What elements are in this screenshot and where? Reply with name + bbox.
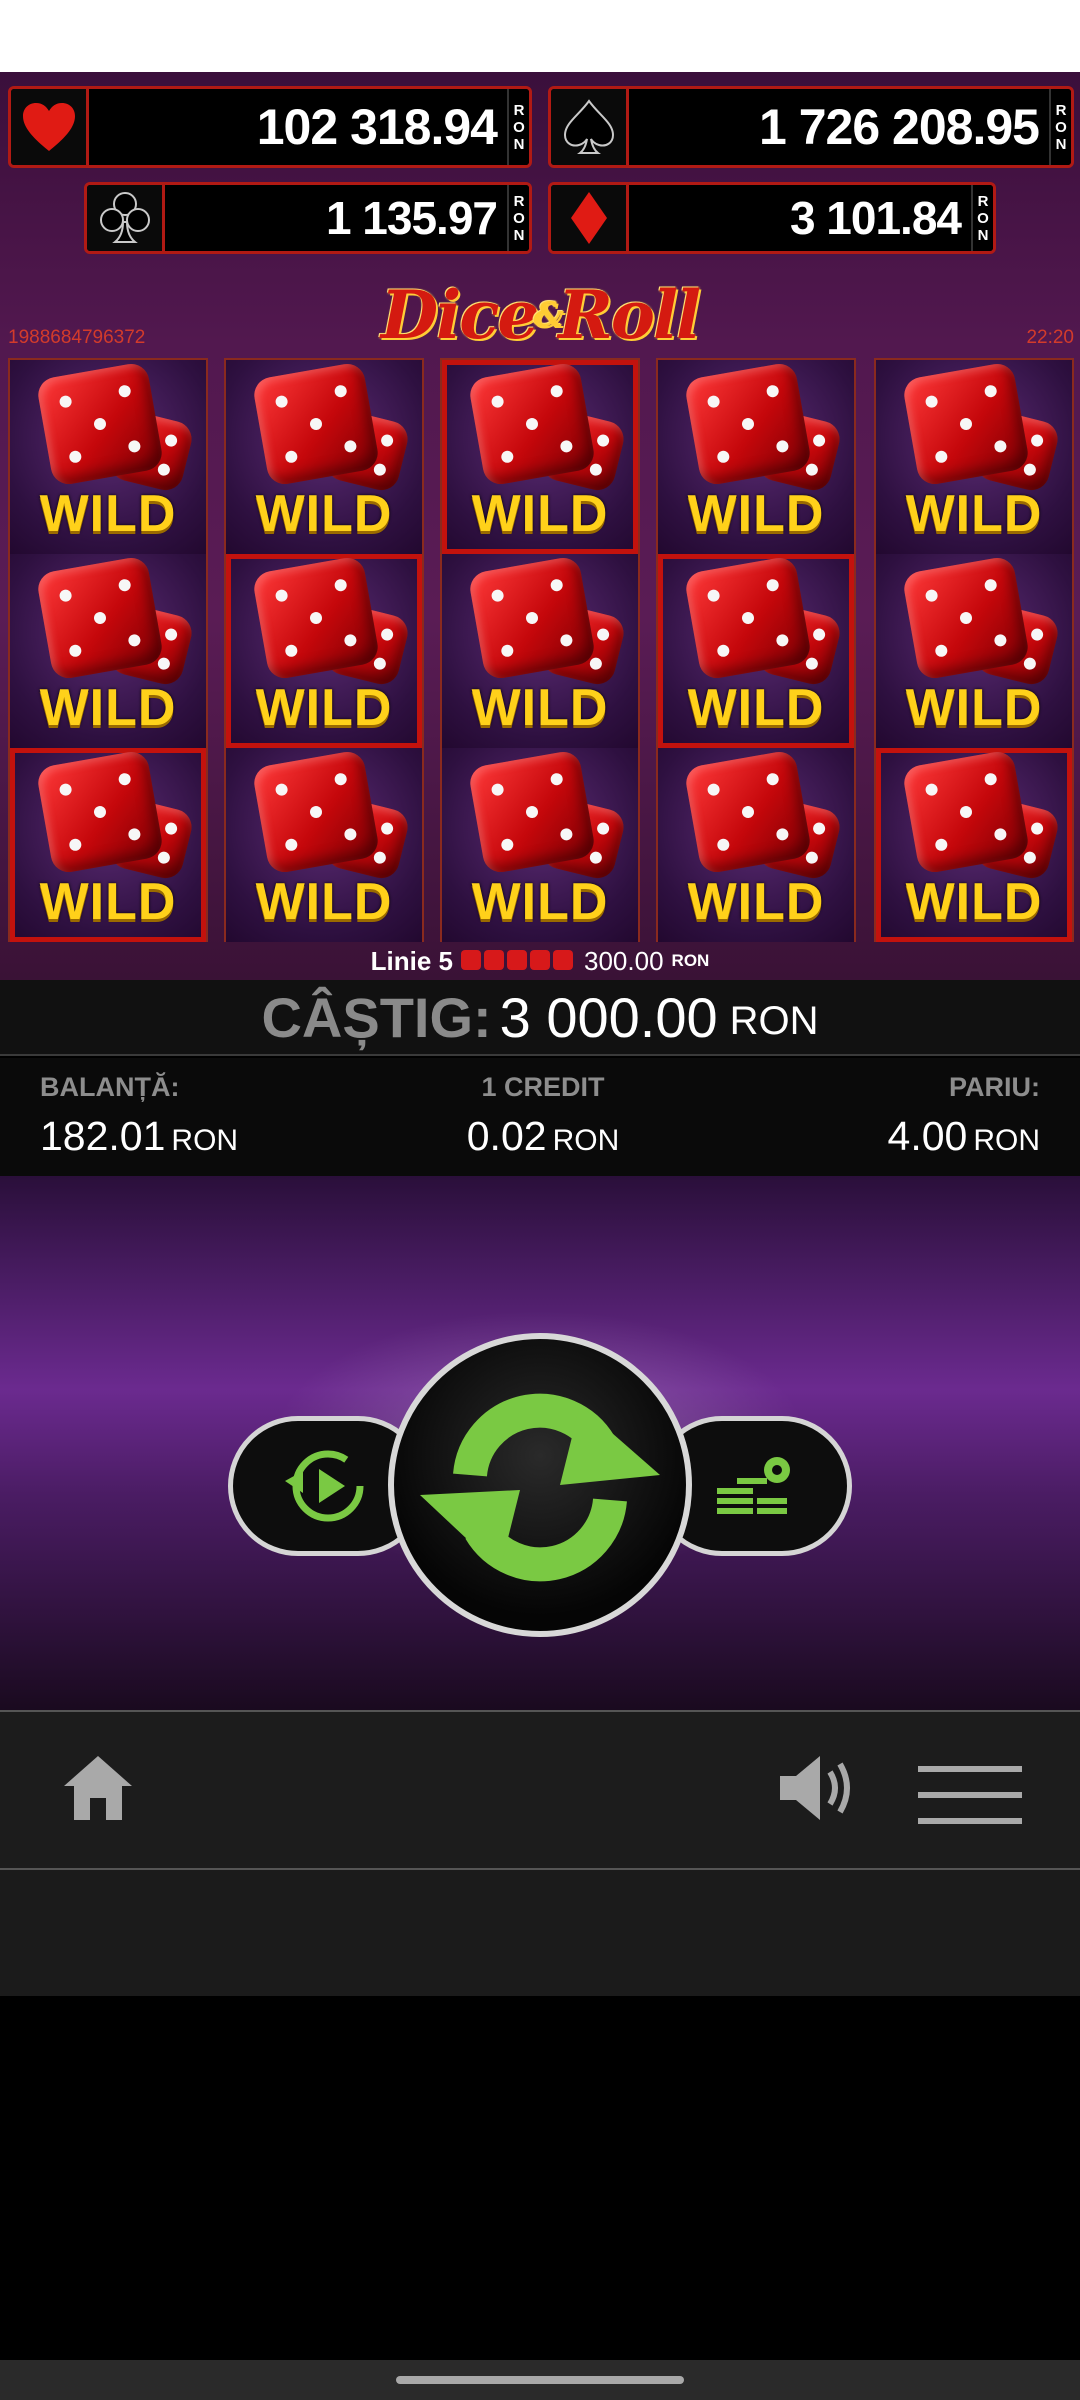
win-display: CÂȘTIG: 3 000.00 RON <box>0 980 1080 1056</box>
jackpot-currency: RON <box>507 89 529 165</box>
wild-symbol: WILD <box>442 360 638 554</box>
wild-symbol: WILD <box>876 554 1072 748</box>
reel-5: WILD WILD WILD <box>874 358 1074 942</box>
sound-icon[interactable] <box>776 1752 858 1829</box>
bet-value: 4.00 <box>887 1113 968 1159</box>
reel-2: WILD WILD WILD <box>224 358 424 942</box>
win-label: CÂȘTIG: <box>261 985 492 1049</box>
clock: 22:20 <box>1026 327 1074 348</box>
bet-currency: RON <box>973 1124 1040 1157</box>
jackpot-currency: RON <box>1049 89 1071 165</box>
balance-currency: RON <box>171 1124 239 1157</box>
dice-icon <box>234 361 414 504</box>
wild-symbol: WILD <box>226 360 422 554</box>
autoplay-icon <box>285 1450 364 1522</box>
reel-3: WILD WILD WILD <box>440 358 640 942</box>
line-label: Linie 5 <box>370 945 454 976</box>
mini-dice-icon <box>553 949 574 970</box>
spin-button[interactable] <box>388 1333 692 1637</box>
wild-symbol: WILD <box>658 748 854 942</box>
game-logo: Dice & Roll <box>380 276 701 354</box>
mini-dice-icon <box>461 949 482 970</box>
status-bar <box>0 0 1080 72</box>
reel-1: WILD WILD WILD <box>8 358 208 942</box>
dice-icon <box>450 749 630 892</box>
heart-icon <box>11 89 89 165</box>
jackpot-amount: 102 318.94 <box>256 99 498 155</box>
wild-symbol: WILD <box>876 748 1072 942</box>
spade-icon <box>551 89 629 165</box>
wild-symbol: WILD <box>442 554 638 748</box>
wild-symbol: WILD <box>658 554 854 748</box>
dice-icon <box>18 749 198 892</box>
wild-symbol: WILD <box>226 554 422 748</box>
jackpot-clubs: 1 135.97 RON <box>84 182 532 254</box>
wild-symbol: WILD <box>442 748 638 942</box>
game-id: 1988684796372 <box>8 327 146 348</box>
coins-settings-icon <box>717 1457 790 1514</box>
dice-icon <box>234 555 414 698</box>
dice-icon <box>666 555 846 698</box>
mini-dice-icon <box>507 949 528 970</box>
menu-icon[interactable] <box>918 1766 1022 1831</box>
mini-dice-icon <box>530 949 551 970</box>
credit-value: 0.02 <box>466 1113 547 1159</box>
balance-info: BALANȚĂ: 182.01 RON <box>40 1072 238 1160</box>
diamond-icon <box>551 185 629 251</box>
club-icon <box>87 185 165 251</box>
controls-panel <box>0 1176 1080 1710</box>
jackpot-currency: RON <box>971 185 993 251</box>
wild-symbol: WILD <box>658 360 854 554</box>
line-currency: RON <box>671 951 710 970</box>
win-value: 3 000.00 <box>499 985 718 1049</box>
line-amount: 300.00 <box>584 945 664 976</box>
dice-icon <box>450 361 630 504</box>
home-gesture-pill[interactable] <box>396 2376 684 2384</box>
bet-label: PARIU: <box>949 1072 1040 1102</box>
jackpot-amount: 1 135.97 <box>325 192 498 244</box>
credit-info[interactable]: 1 CREDIT 0.02 RON <box>458 1072 628 1160</box>
system-nav-bar <box>0 2360 1080 2400</box>
dice-icon <box>884 361 1064 504</box>
balance-label: BALANȚĂ: <box>40 1072 180 1102</box>
spin-icon <box>420 1393 660 1582</box>
line-symbols <box>461 946 576 977</box>
nav-footer <box>0 1868 1080 1996</box>
dice-icon <box>18 555 198 698</box>
bottom-nav <box>0 1710 1080 1868</box>
credit-label: 1 CREDIT <box>481 1072 605 1102</box>
dice-icon <box>450 555 630 698</box>
jackpot-amount: 3 101.84 <box>789 192 962 244</box>
dice-icon <box>666 749 846 892</box>
jackpot-currency: RON <box>507 185 529 251</box>
mini-dice-icon <box>484 949 505 970</box>
reel-4: WILD WILD WILD <box>656 358 856 942</box>
wild-symbol: WILD <box>10 748 206 942</box>
win-currency: RON <box>729 998 819 1043</box>
jackpot-amount: 1 726 208.95 <box>759 99 1040 155</box>
wild-symbol: WILD <box>876 360 1072 554</box>
wild-symbol: WILD <box>10 554 206 748</box>
dice-icon <box>666 361 846 504</box>
info-bar: BALANȚĂ: 182.01 RON 1 CREDIT 0.02 RON PARI… <box>0 1058 1080 1176</box>
credit-currency: RON <box>552 1124 620 1157</box>
dice-icon <box>884 749 1064 892</box>
balance-value: 182.01 <box>40 1113 166 1159</box>
dice-icon <box>234 749 414 892</box>
reels-grid: WILD WILD WILD WILD WILD WILD WILD WILD WILD WILD… <box>8 358 1074 942</box>
jackpot-hearts: 102 318.94 RON <box>8 86 532 168</box>
line-win-info: Linie 5 300.00 RON <box>0 942 1080 980</box>
bet-info[interactable]: PARIU: 4.00 RON <box>888 1072 1040 1160</box>
jackpot-diamonds: 3 101.84 RON <box>548 182 996 254</box>
jackpot-spades: 1 726 208.95 RON <box>548 86 1074 168</box>
dice-icon <box>884 555 1064 698</box>
dice-icon <box>18 361 198 504</box>
wild-symbol: WILD <box>226 748 422 942</box>
wild-symbol: WILD <box>10 360 206 554</box>
home-icon[interactable] <box>60 1752 136 1829</box>
